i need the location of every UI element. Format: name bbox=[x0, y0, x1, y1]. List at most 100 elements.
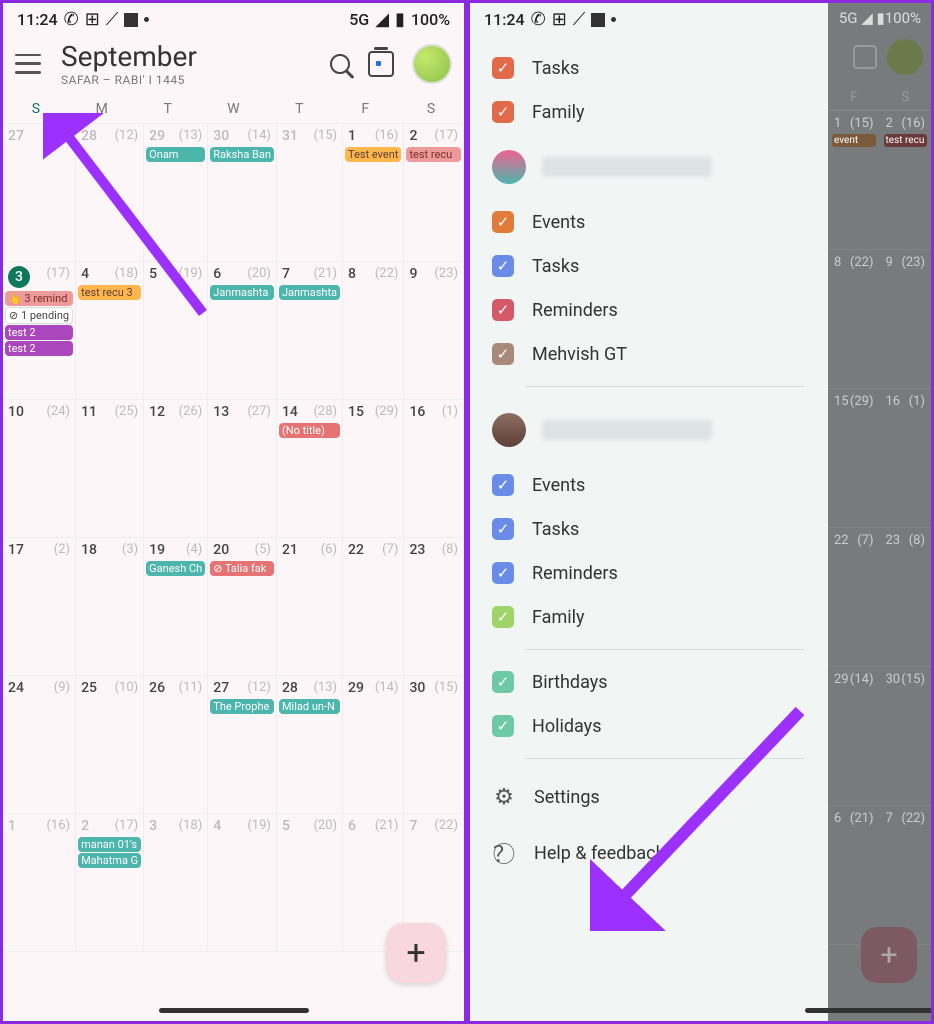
event-chip[interactable]: Onam bbox=[146, 147, 205, 162]
calendar-cell[interactable]: 27(12)The Prophe bbox=[208, 676, 277, 814]
event-chip[interactable]: Test event bbox=[345, 147, 401, 162]
title-block[interactable]: September SAFAR – RABI' I 1445 bbox=[61, 40, 318, 87]
add-event-fab[interactable]: + bbox=[386, 923, 446, 983]
drawer-calendar-item[interactable]: ✓Reminders bbox=[470, 288, 828, 332]
calendar-cell: 2(16)test recu bbox=[880, 111, 932, 249]
calendar-cell[interactable]: 2(17)test recu bbox=[404, 124, 464, 262]
calendar-cell[interactable]: 26(11) bbox=[144, 676, 208, 814]
event-chip[interactable]: test 2 bbox=[5, 341, 73, 356]
calendar-cell[interactable]: 10(24) bbox=[3, 400, 76, 538]
calendar-cell[interactable]: 29(14) bbox=[343, 676, 404, 814]
calendar-cell[interactable]: 30(14)Raksha Ban bbox=[208, 124, 277, 262]
drawer-calendar-item[interactable]: ✓Birthdays bbox=[470, 660, 828, 704]
event-chip[interactable]: test recu 3 bbox=[78, 285, 141, 300]
checkbox-icon[interactable]: ✓ bbox=[492, 101, 514, 123]
calendar-cell[interactable]: 19(4)Ganesh Ch bbox=[144, 538, 208, 676]
calendar-cell[interactable]: 17(2) bbox=[3, 538, 76, 676]
calendar-cell[interactable]: 4(19) bbox=[208, 814, 277, 952]
search-icon[interactable] bbox=[330, 54, 350, 74]
event-chip[interactable]: Mahatma G bbox=[78, 853, 141, 868]
checkbox-icon[interactable]: ✓ bbox=[492, 57, 514, 79]
calendar-cell[interactable]: 30(15) bbox=[404, 676, 464, 814]
drawer-account-header[interactable] bbox=[470, 397, 828, 463]
drawer-calendar-item[interactable]: ✓Mehvish GT bbox=[470, 332, 828, 376]
calendar-cell[interactable]: 24(9) bbox=[3, 676, 76, 814]
drawer-calendar-item[interactable]: ✓Holidays bbox=[470, 704, 828, 748]
calendar-cell[interactable]: 2(17)manan 01'sMahatma G bbox=[76, 814, 144, 952]
calendar-cell[interactable]: 21(6) bbox=[277, 538, 343, 676]
battery-pct: 100% bbox=[885, 9, 921, 27]
calendar-cell[interactable]: 29(13)Onam bbox=[144, 124, 208, 262]
drawer-calendar-item[interactable]: ✓Family bbox=[470, 595, 828, 639]
calendar-cell[interactable]: 3(18) bbox=[144, 814, 208, 952]
event-chip[interactable]: Janmashta bbox=[279, 285, 340, 300]
calendar-cell[interactable]: 16(1) bbox=[404, 400, 464, 538]
event-chip[interactable]: Raksha Ban bbox=[210, 147, 274, 162]
checkbox-icon[interactable]: ✓ bbox=[492, 343, 514, 365]
drawer-calendar-item[interactable]: ✓Reminders bbox=[470, 551, 828, 595]
calendar-cell[interactable]: 23(8) bbox=[404, 538, 464, 676]
event-chip[interactable]: test recu bbox=[406, 147, 461, 162]
whatsapp-icon: ✆ bbox=[531, 9, 546, 30]
calendar-cell[interactable]: 31(15) bbox=[277, 124, 343, 262]
event-chip[interactable]: Janmashta bbox=[210, 285, 274, 300]
checkbox-icon[interactable]: ✓ bbox=[492, 562, 514, 584]
drawer-help[interactable]: ？⃝Help & feedback bbox=[470, 825, 828, 881]
event-chip[interactable]: ⊘ Talia fak bbox=[210, 561, 274, 576]
drawer-account-header[interactable] bbox=[470, 134, 828, 200]
event-chip[interactable]: Milad un-N bbox=[279, 699, 340, 714]
calendar-cell[interactable]: 25(10) bbox=[76, 676, 144, 814]
calendar-cell[interactable]: 18(3) bbox=[76, 538, 144, 676]
checkbox-icon[interactable]: ✓ bbox=[492, 518, 514, 540]
calendar-cell[interactable]: 3(17)👆 3 remind⊘ 1 pendingtest 2test 2 bbox=[3, 262, 76, 400]
drawer-calendar-item[interactable]: ✓Family bbox=[470, 90, 828, 134]
event-chip[interactable]: The Prophe bbox=[210, 699, 274, 714]
checkbox-icon[interactable]: ✓ bbox=[492, 299, 514, 321]
menu-button[interactable] bbox=[15, 54, 41, 74]
event-chip[interactable]: (No title) bbox=[279, 423, 340, 438]
checkbox-icon[interactable]: ✓ bbox=[492, 671, 514, 693]
today-icon[interactable] bbox=[368, 51, 394, 77]
calendar-grid: 27(11)28(12)29(13)Onam30(14)Raksha Ban31… bbox=[3, 124, 464, 952]
checkbox-icon[interactable]: ✓ bbox=[492, 211, 514, 233]
calendar-cell[interactable]: 22(7) bbox=[343, 538, 404, 676]
calendar-cell[interactable]: 8(22) bbox=[343, 262, 404, 400]
calendar-cell[interactable]: 28(12) bbox=[76, 124, 144, 262]
event-chip[interactable]: 👆 3 remind bbox=[5, 291, 73, 306]
calendar-cell[interactable]: 4(18)test recu 3 bbox=[76, 262, 144, 400]
checkbox-icon[interactable]: ✓ bbox=[492, 474, 514, 496]
calendar-cell[interactable]: 14(28)(No title) bbox=[277, 400, 343, 538]
calendar-cell[interactable]: 5(20) bbox=[277, 814, 343, 952]
calendar-cell[interactable]: 11(25) bbox=[76, 400, 144, 538]
calendar-cell[interactable]: 6(20)Janmashta bbox=[208, 262, 277, 400]
event-chip[interactable]: manan 01's bbox=[78, 837, 141, 852]
checkbox-icon[interactable]: ✓ bbox=[492, 606, 514, 628]
calendar-cell[interactable]: 1(16) bbox=[3, 814, 76, 952]
app-icon-2: ⟋ bbox=[106, 9, 119, 30]
nav-handle[interactable] bbox=[159, 1008, 309, 1013]
checkbox-icon[interactable]: ✓ bbox=[492, 255, 514, 277]
calendar-cell[interactable]: 1(16)Test event bbox=[343, 124, 404, 262]
calendar-cell[interactable]: 20(5)⊘ Talia fak bbox=[208, 538, 277, 676]
calendar-cell[interactable]: 27(11) bbox=[3, 124, 76, 262]
drawer-settings[interactable]: ⚙Settings bbox=[470, 769, 828, 825]
drawer-calendar-item[interactable]: ✓Events bbox=[470, 200, 828, 244]
drawer-calendar-item[interactable]: ✓Tasks bbox=[470, 507, 828, 551]
checkbox-icon[interactable]: ✓ bbox=[492, 715, 514, 737]
profile-avatar[interactable] bbox=[412, 44, 452, 84]
calendar-cell[interactable]: 9(23) bbox=[404, 262, 464, 400]
drawer-calendar-item[interactable]: ✓Tasks bbox=[470, 46, 828, 90]
event-chip[interactable]: Ganesh Ch bbox=[146, 561, 205, 576]
app-icon-square bbox=[124, 13, 138, 27]
drawer-calendar-item[interactable]: ✓Tasks bbox=[470, 244, 828, 288]
calendar-cell[interactable]: 15(29) bbox=[343, 400, 404, 538]
calendar-cell[interactable]: 5(19) bbox=[144, 262, 208, 400]
calendar-cell[interactable]: 12(26) bbox=[144, 400, 208, 538]
dimmed-background[interactable]: 5G ◢ ▮100% FS 1(15)event2(16)test recu8(… bbox=[828, 3, 931, 1021]
event-chip[interactable]: ⊘ 1 pending bbox=[5, 307, 73, 324]
drawer-calendar-item[interactable]: ✓Events bbox=[470, 463, 828, 507]
calendar-cell[interactable]: 13(27) bbox=[208, 400, 277, 538]
event-chip[interactable]: test 2 bbox=[5, 325, 73, 340]
calendar-cell[interactable]: 28(13)Milad un-N bbox=[277, 676, 343, 814]
calendar-cell[interactable]: 7(21)Janmashta bbox=[277, 262, 343, 400]
